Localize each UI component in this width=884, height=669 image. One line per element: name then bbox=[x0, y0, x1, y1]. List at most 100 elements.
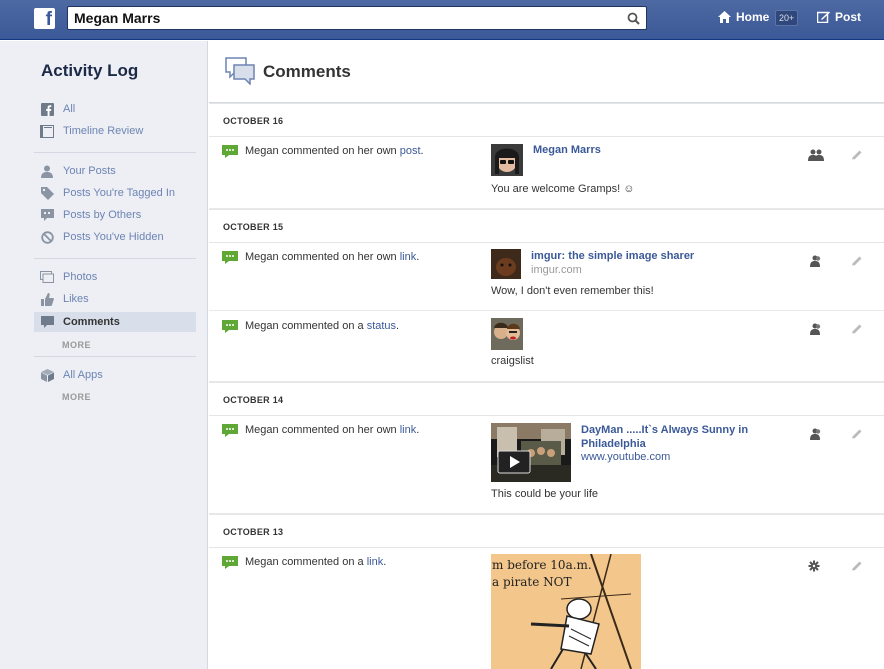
post-author-name[interactable]: Megan Marrs bbox=[533, 144, 601, 156]
sidebar-item-label: Comments bbox=[63, 316, 120, 328]
activity-link[interactable]: link bbox=[400, 251, 417, 263]
top-bar: f Home 20+ Post bbox=[0, 0, 884, 40]
apps-cube-icon bbox=[40, 368, 54, 382]
profile-thumbnail[interactable] bbox=[491, 144, 523, 176]
friend-audience-icon[interactable] bbox=[808, 255, 824, 267]
comment-activity-icon bbox=[222, 320, 238, 333]
sidebar-more-link[interactable]: MORE bbox=[62, 392, 91, 402]
edit-pencil-icon[interactable] bbox=[851, 255, 863, 267]
main-content: Comments OCTOBER 16 Megan commented on h… bbox=[209, 41, 884, 669]
search-box[interactable] bbox=[67, 6, 647, 30]
friend-audience-icon[interactable] bbox=[808, 428, 824, 440]
activity-suffix: . bbox=[420, 145, 424, 157]
activity-suffix: . bbox=[416, 251, 420, 263]
home-link[interactable]: Home bbox=[718, 10, 769, 24]
person-icon bbox=[40, 164, 54, 178]
activity-link[interactable]: link bbox=[367, 556, 384, 568]
home-label: Home bbox=[736, 10, 770, 24]
sidebar: Activity Log All Timeline Review Your Po… bbox=[0, 41, 208, 669]
sidebar-item-tagged[interactable]: Posts You're Tagged In bbox=[34, 183, 196, 203]
comment-text: This could be your life bbox=[491, 488, 598, 500]
friends-audience-icon[interactable] bbox=[808, 149, 824, 161]
link-title[interactable]: imgur: the simple image sharer bbox=[531, 250, 694, 262]
page-title: Comments bbox=[263, 62, 351, 81]
comment-activity-icon bbox=[222, 556, 238, 569]
comment-text: You are welcome Gramps! ☺ bbox=[491, 183, 635, 195]
status-thumbnail[interactable] bbox=[491, 318, 523, 350]
comment-activity-icon bbox=[222, 145, 238, 158]
activity-suffix: . bbox=[383, 556, 387, 568]
date-separator: OCTOBER 16 bbox=[209, 103, 884, 137]
sidebar-title: Activity Log bbox=[41, 61, 139, 80]
sidebar-item-all-apps[interactable]: All Apps bbox=[34, 365, 196, 385]
activity-link[interactable]: link bbox=[400, 424, 417, 436]
sidebar-item-hidden[interactable]: Posts You've Hidden bbox=[34, 227, 196, 247]
activity-suffix: . bbox=[396, 320, 400, 332]
post-link[interactable]: Post bbox=[817, 10, 861, 24]
comment-text: Wow, I don't even remember this! bbox=[491, 285, 654, 297]
activity-prefix: Megan commented on her own bbox=[245, 251, 400, 263]
sidebar-item-posts-by-others[interactable]: Posts by Others bbox=[34, 205, 196, 225]
activity-row: Megan commented on her own link. imgur: … bbox=[209, 242, 884, 311]
edit-pencil-icon[interactable] bbox=[851, 323, 863, 335]
sidebar-item-your-posts[interactable]: Your Posts bbox=[34, 161, 196, 181]
sidebar-item-label: Timeline Review bbox=[63, 125, 144, 137]
activity-link[interactable]: post bbox=[400, 145, 421, 157]
sidebar-divider bbox=[34, 258, 196, 259]
search-input[interactable] bbox=[74, 10, 614, 26]
activity-row: Megan commented on a status. craigslist bbox=[209, 311, 884, 382]
sidebar-item-label: Posts You've Hidden bbox=[63, 231, 164, 243]
activity-text: Megan commented on a link. bbox=[245, 556, 386, 568]
video-thumbnail[interactable] bbox=[491, 423, 571, 482]
edit-pencil-icon[interactable] bbox=[851, 560, 863, 572]
sidebar-item-timeline-review[interactable]: Timeline Review bbox=[34, 121, 196, 141]
date-label: OCTOBER 13 bbox=[223, 527, 284, 537]
edit-pencil-icon[interactable] bbox=[851, 428, 863, 440]
activity-prefix: Megan commented on a bbox=[245, 556, 367, 568]
activity-link[interactable]: status bbox=[367, 320, 396, 332]
sidebar-item-comments[interactable]: Comments bbox=[34, 312, 196, 332]
custom-audience-gear-icon[interactable] bbox=[808, 560, 820, 572]
activity-text: Megan commented on her own link. bbox=[245, 424, 419, 436]
date-label: OCTOBER 15 bbox=[223, 222, 284, 232]
comments-icon bbox=[225, 57, 255, 85]
link-title[interactable]: DayMan .....It`s Always Sunny in Philade… bbox=[581, 423, 781, 451]
sidebar-item-photos[interactable]: Photos bbox=[34, 267, 196, 287]
activity-row: Megan commented on her own post. Megan M… bbox=[209, 136, 884, 209]
activity-prefix: Megan commented on her own bbox=[245, 424, 400, 436]
sidebar-item-likes[interactable]: Likes bbox=[34, 289, 196, 309]
sidebar-more-link[interactable]: MORE bbox=[62, 340, 91, 350]
comic-image[interactable]: m before 10a.m. a pirate NOT bbox=[491, 554, 641, 669]
page-header: Comments bbox=[209, 41, 884, 103]
hidden-icon bbox=[40, 230, 54, 244]
facebook-logo[interactable]: f bbox=[34, 8, 55, 29]
sidebar-divider bbox=[34, 356, 196, 357]
compose-icon bbox=[817, 11, 830, 23]
link-thumbnail[interactable] bbox=[491, 249, 521, 279]
date-label: OCTOBER 14 bbox=[223, 395, 284, 405]
sidebar-item-label: All bbox=[63, 103, 76, 115]
sidebar-divider bbox=[34, 152, 196, 153]
facebook-icon bbox=[40, 102, 54, 116]
comment-activity-icon bbox=[222, 251, 238, 264]
activity-suffix: . bbox=[416, 424, 420, 436]
edit-pencil-icon[interactable] bbox=[851, 149, 863, 161]
sidebar-item-all[interactable]: All bbox=[34, 99, 196, 119]
activity-prefix: Megan commented on her own bbox=[245, 145, 400, 157]
comment-icon bbox=[40, 315, 54, 329]
link-domain: imgur.com bbox=[531, 264, 582, 276]
friend-audience-icon[interactable] bbox=[808, 323, 824, 335]
link-domain[interactable]: www.youtube.com bbox=[581, 451, 670, 463]
tag-icon bbox=[40, 186, 54, 200]
sidebar-item-label: Posts You're Tagged In bbox=[63, 187, 175, 199]
photos-icon bbox=[40, 270, 54, 284]
sidebar-item-label: Your Posts bbox=[63, 165, 116, 177]
search-icon[interactable] bbox=[627, 12, 640, 25]
date-separator: OCTOBER 13 bbox=[209, 514, 884, 548]
home-notification-badge[interactable]: 20+ bbox=[775, 10, 799, 26]
date-label: OCTOBER 16 bbox=[223, 116, 284, 126]
home-icon bbox=[718, 11, 731, 23]
activity-row: Megan commented on her own link. DayMan … bbox=[209, 415, 884, 514]
activity-prefix: Megan commented on a bbox=[245, 320, 367, 332]
date-separator: OCTOBER 14 bbox=[209, 382, 884, 416]
